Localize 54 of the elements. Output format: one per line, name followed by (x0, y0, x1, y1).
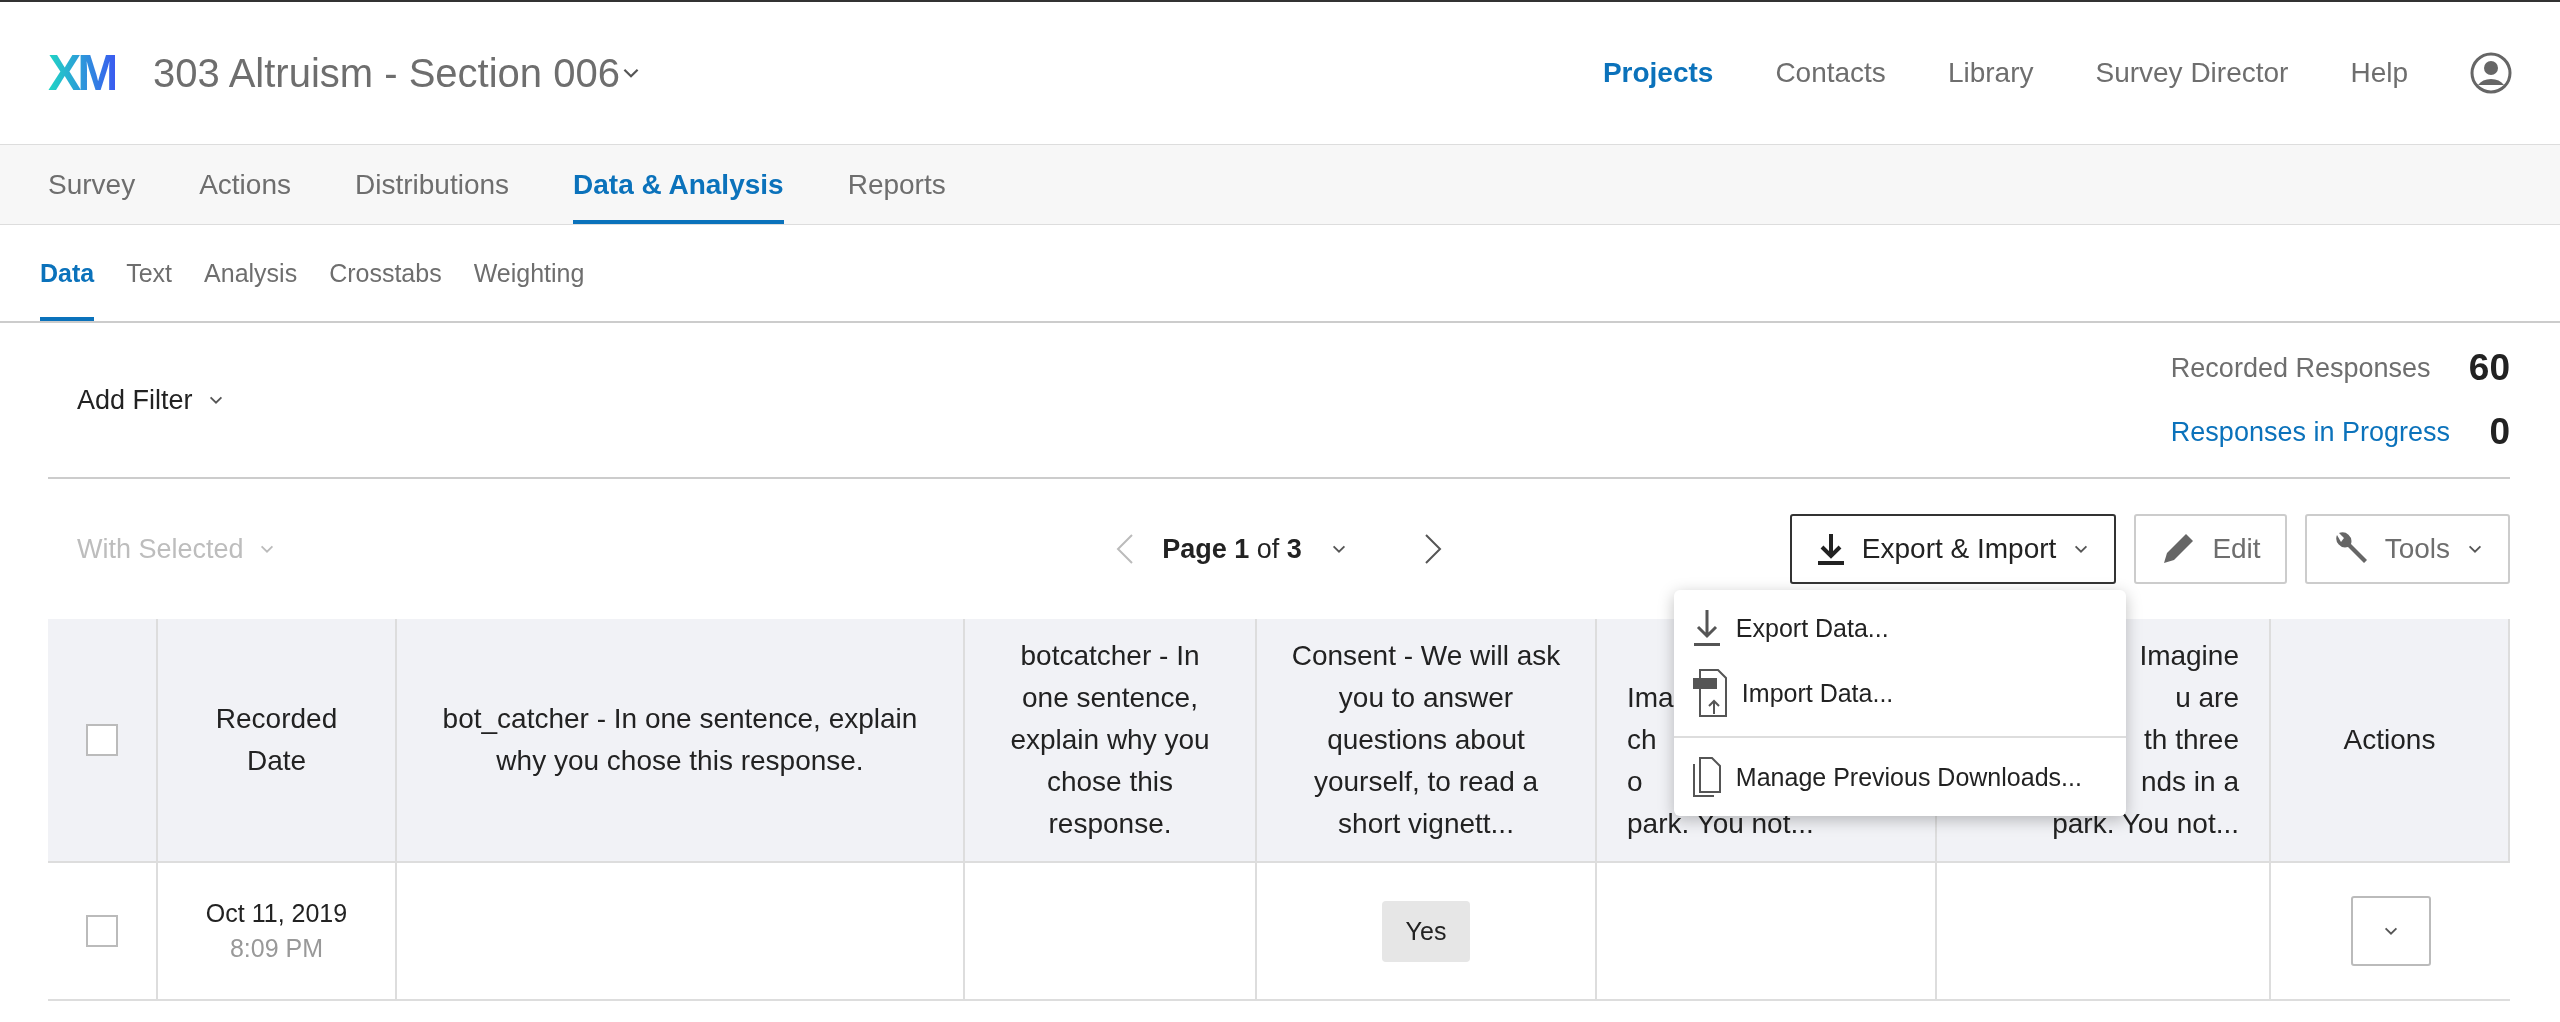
subtab[interactable]: Text (126, 225, 173, 321)
toolbar-button[interactable]: Tools (2304, 514, 2510, 584)
tab[interactable]: Distributions (355, 145, 510, 224)
column-header: bot_catcher - In one sentence, explain why you chose this response. (441, 702, 919, 778)
tab[interactable]: Reports (847, 145, 946, 224)
nav-link[interactable]: Survey Director (2095, 57, 2289, 89)
column-header-fragment: o (1627, 765, 1643, 799)
subtab[interactable]: Data (40, 225, 95, 321)
answer-tag: Yes (1381, 900, 1471, 962)
column-header-fragment: park. You not... (2052, 807, 2239, 841)
documents-icon (1691, 756, 1722, 798)
count-value: 0 (2488, 411, 2510, 453)
tab[interactable]: Data & Analysis (573, 145, 784, 224)
nav-link[interactable]: Help (2350, 57, 2408, 89)
download-icon (1815, 532, 1846, 566)
menu-item[interactable]: Export Data... (1673, 598, 2126, 658)
tab[interactable]: Actions (199, 145, 291, 224)
subtab[interactable]: Analysis (204, 225, 298, 321)
csv-file-icon (1691, 668, 1728, 718)
previous-page-icon[interactable] (1116, 533, 1135, 565)
nav-link[interactable]: Library (1947, 57, 2034, 89)
user-account-icon[interactable] (2470, 52, 2512, 94)
count-value: 60 (2467, 347, 2510, 389)
nav-link[interactable]: Projects (1602, 57, 1714, 89)
column-header-fragment: Imagine (2139, 639, 2239, 673)
nav-link[interactable]: Contacts (1775, 57, 1886, 89)
checkbox[interactable] (86, 724, 118, 756)
download-icon (1691, 608, 1722, 648)
column-header: Consent - We will ask you to answer questions about yourself, to read a short vignett... (1290, 639, 1562, 841)
tab[interactable]: Survey (48, 145, 136, 224)
column-header: botcatcher - In one sentence, explain why you chose this response. (1009, 639, 1211, 841)
menu-item[interactable]: Import Data... (1673, 658, 2126, 728)
subtab[interactable]: Weighting (473, 225, 585, 321)
responses-link[interactable]: Responses in Progress (2170, 416, 2450, 448)
date-text: Oct 11, 2019 (205, 899, 348, 928)
column-header-fragment: ch (1627, 723, 1657, 757)
toolbar-button[interactable]: Export & Import (1789, 514, 2117, 584)
next-page-icon[interactable] (1423, 533, 1442, 565)
column-header-fragment: park. You not... (1627, 807, 1814, 841)
column-header-fragment: th three (2144, 723, 2239, 757)
toolbar-button[interactable]: Edit (2134, 514, 2287, 584)
column-header-fragment: nds in a (2140, 765, 2239, 799)
subtab[interactable]: Crosstabs (329, 225, 442, 321)
time-text: 8:09 PM (229, 934, 324, 963)
column-header: Recorded Date (214, 702, 339, 778)
row-actions-button[interactable] (2350, 896, 2431, 966)
column-header: Actions (2343, 723, 2436, 757)
project-title: 303 Altruism - Section 006 (153, 50, 620, 96)
count-label: Recorded Responses (2170, 352, 2432, 384)
row-checkbox[interactable] (86, 915, 118, 947)
page-indicator: Page 1 of 3 (1162, 533, 1302, 565)
column-header-fragment: Ima (1627, 681, 1674, 715)
add-filter-button[interactable]: Add Filter (77, 384, 225, 416)
column-header-fragment: u are (2175, 681, 2239, 715)
